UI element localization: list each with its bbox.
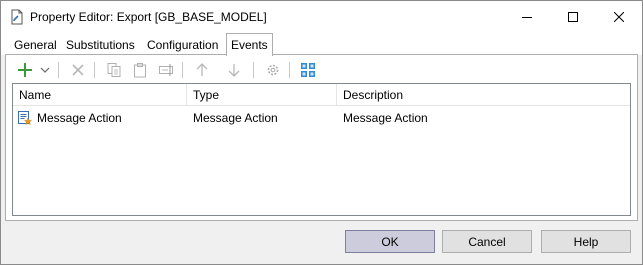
maximize-button[interactable] [550, 1, 596, 33]
move-down-button[interactable] [224, 60, 244, 80]
rename-button[interactable] [156, 60, 176, 80]
list-item[interactable]: Message Action Message Action Message Ac… [13, 108, 630, 128]
toolbar-separator [182, 62, 183, 78]
events-tab-panel: Name Type Description Message Action Mes… [5, 54, 638, 221]
delete-icon [72, 64, 84, 76]
message-action-icon [17, 110, 33, 126]
cancel-button[interactable]: Cancel [442, 230, 532, 253]
events-toolbar [10, 58, 630, 82]
tab-strip: General Substitutions Configuration Even… [1, 33, 642, 56]
toolbar-separator [289, 62, 290, 78]
row-name: Message Action [37, 111, 122, 125]
add-button[interactable] [15, 60, 35, 80]
paste-button[interactable] [130, 60, 150, 80]
settings-icon [267, 64, 279, 76]
close-button[interactable] [596, 1, 642, 33]
move-down-icon [228, 64, 240, 77]
window-title: Property Editor: Export [GB_BASE_MODEL] [30, 10, 267, 24]
column-header-name[interactable]: Name [13, 84, 187, 106]
document-edit-icon [9, 9, 25, 25]
row-type: Message Action [193, 111, 278, 125]
minimize-icon [522, 17, 532, 18]
paste-icon [134, 63, 146, 78]
tab-substitutions[interactable]: Substitutions [62, 36, 139, 55]
rename-icon [159, 64, 173, 76]
move-up-icon [196, 63, 208, 76]
add-icon [18, 63, 32, 77]
toolbar-separator [58, 62, 59, 78]
copy-icon [107, 63, 121, 77]
grid-view-icon [301, 63, 315, 77]
events-list[interactable]: Name Type Description Message Action Mes… [12, 83, 631, 216]
tab-configuration[interactable]: Configuration [143, 36, 222, 55]
grid-view-button[interactable] [298, 60, 318, 80]
column-header-description[interactable]: Description [337, 84, 630, 106]
tab-events[interactable]: Events [226, 33, 273, 56]
ok-button[interactable]: OK [345, 230, 435, 253]
help-button[interactable]: Help [541, 230, 631, 253]
maximize-icon [568, 12, 578, 22]
property-editor-window: Property Editor: Export [GB_BASE_MODEL] … [0, 0, 643, 265]
copy-button[interactable] [104, 60, 124, 80]
row-description: Message Action [343, 111, 428, 125]
toolbar-separator [253, 62, 254, 78]
dropdown-arrow-icon [40, 67, 50, 73]
settings-button[interactable] [263, 60, 283, 80]
title-bar: Property Editor: Export [GB_BASE_MODEL] [1, 1, 642, 33]
column-header-type[interactable]: Type [187, 84, 337, 106]
toolbar-separator [94, 62, 95, 78]
close-icon [614, 12, 624, 22]
list-header: Name Type Description [13, 84, 630, 106]
add-dropdown-button[interactable] [38, 60, 52, 80]
minimize-button[interactable] [504, 1, 550, 33]
delete-button[interactable] [68, 60, 88, 80]
tab-general[interactable]: General [10, 36, 61, 55]
move-up-button[interactable] [192, 60, 212, 80]
